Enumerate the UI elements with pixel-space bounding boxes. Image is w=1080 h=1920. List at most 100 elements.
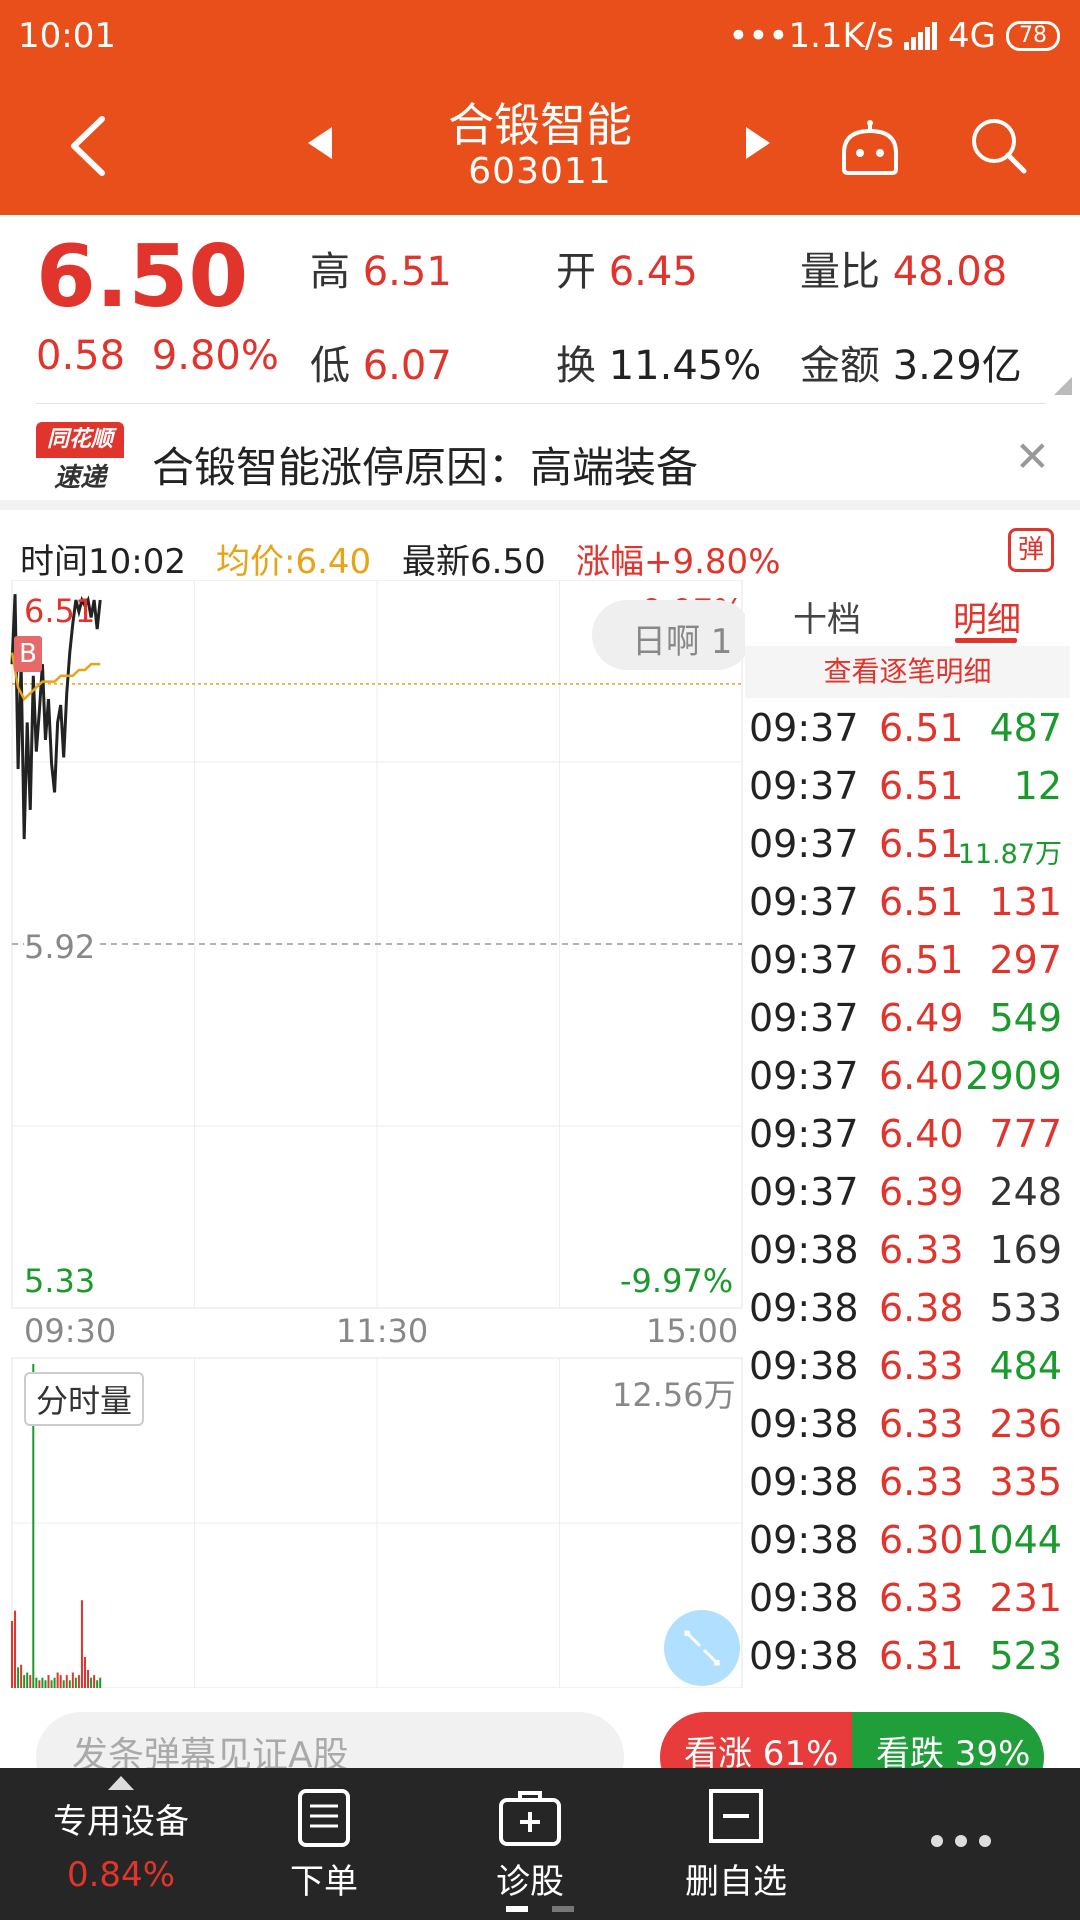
tick-row: 09:37 6.39 248 bbox=[745, 1162, 1070, 1220]
expand-icon bbox=[684, 1630, 720, 1666]
barrage-input[interactable]: 发条弹幕见证A股 bbox=[36, 1712, 624, 1768]
tick-price: 6.51 bbox=[879, 764, 964, 808]
tick-time: 09:37 bbox=[749, 1112, 859, 1156]
next-stock-icon[interactable] bbox=[744, 125, 772, 161]
y-mid-label: 5.92 bbox=[24, 928, 96, 966]
news-headline: 合锻智能涨停原因：高端装备 bbox=[152, 443, 699, 492]
stock-code: 603011 bbox=[468, 151, 612, 192]
tick-time: 09:37 bbox=[749, 1054, 859, 1098]
tick-time: 09:37 bbox=[749, 938, 859, 982]
tick-volume: 169 bbox=[989, 1228, 1062, 1272]
divider bbox=[36, 403, 1046, 404]
x-tick-open: 09:30 bbox=[24, 1312, 117, 1350]
tick-row: 09:38 6.38 533 bbox=[745, 1278, 1070, 1336]
news-banner[interactable]: 同花顺 速递 合锻智能涨停原因：高端装备 ✕ bbox=[0, 406, 1080, 510]
stock-name: 合锻智能 bbox=[448, 98, 632, 152]
remove-watchlist-button[interactable]: 删自选 bbox=[676, 1788, 796, 1903]
tick-price: 6.51 bbox=[879, 822, 964, 866]
order-icon bbox=[298, 1789, 350, 1847]
chevron-up-icon bbox=[108, 1776, 134, 1790]
tick-time: 09:38 bbox=[749, 1576, 859, 1620]
sector-name: 专用设备 bbox=[53, 1802, 189, 1842]
open-price: 开 6.45 bbox=[556, 249, 698, 295]
volume-label: 分时量 bbox=[24, 1372, 145, 1426]
intraday-chart[interactable]: 6.51 5.92 5.33 +9.97% -9.97% 09:30 11:30… bbox=[0, 580, 752, 1688]
expand-corner-icon[interactable] bbox=[1054, 377, 1072, 395]
tick-volume: 131 bbox=[989, 880, 1062, 924]
tick-volume: 484 bbox=[989, 1344, 1062, 1388]
tick-row: 09:38 6.33 236 bbox=[745, 1394, 1070, 1452]
price-chart-svg bbox=[10, 580, 743, 1688]
close-icon[interactable]: ✕ bbox=[1015, 432, 1050, 481]
tick-list[interactable]: 09:37 6.51 487 09:37 6.51 12 09:37 6.51 11.87万 09… bbox=[745, 698, 1070, 1684]
order-button[interactable]: 下单 bbox=[274, 1788, 374, 1903]
status-time: 10:01 bbox=[18, 16, 116, 56]
tick-price: 6.33 bbox=[879, 1460, 964, 1504]
tick-price: 6.40 bbox=[879, 1054, 964, 1098]
vote-up-button[interactable]: 看涨 61% bbox=[660, 1712, 856, 1768]
tab-underline bbox=[955, 638, 1017, 643]
change-percent: 9.80% bbox=[151, 333, 279, 379]
sector-button[interactable]: 专用设备 0.84% bbox=[36, 1776, 206, 1895]
fullscreen-button[interactable] bbox=[664, 1610, 740, 1686]
tick-time: 09:38 bbox=[749, 1286, 859, 1330]
tick-row: 09:37 6.49 549 bbox=[745, 988, 1070, 1046]
change-amount: 0.58 bbox=[36, 333, 126, 379]
diagnose-icon bbox=[499, 1791, 561, 1846]
page-indicator-active bbox=[506, 1906, 528, 1912]
tick-volume: 549 bbox=[989, 996, 1062, 1040]
tick-price: 6.51 bbox=[879, 880, 964, 924]
barrage-toggle-icon[interactable]: 弹 bbox=[1008, 528, 1054, 572]
tick-price: 6.51 bbox=[879, 938, 964, 982]
tick-time: 09:38 bbox=[749, 1228, 859, 1272]
tab-ten-levels[interactable]: 十档 bbox=[793, 592, 861, 641]
robot-icon[interactable] bbox=[838, 119, 902, 177]
remove-watchlist-label: 删自选 bbox=[685, 1862, 787, 1902]
order-label: 下单 bbox=[290, 1862, 358, 1902]
tick-volume: 335 bbox=[989, 1460, 1062, 1504]
trade-detail-panel: 十档 明细 查看逐笔明细 09:37 6.51 487 09:37 6.51 12 09:3… bbox=[745, 580, 1070, 1688]
tick-price: 6.31 bbox=[879, 1634, 964, 1678]
danmu-bubble: 日啊 1 bbox=[592, 600, 752, 670]
tick-price: 6.38 bbox=[879, 1286, 964, 1330]
info-avg-price: 均价:6.40 bbox=[216, 542, 372, 582]
tick-time: 09:37 bbox=[749, 880, 859, 924]
minus-box-icon bbox=[709, 1789, 763, 1843]
tick-row: 09:37 6.40 777 bbox=[745, 1104, 1070, 1162]
more-icon[interactable] bbox=[930, 1834, 992, 1848]
tick-price: 6.51 bbox=[879, 706, 964, 750]
signal-icon bbox=[904, 22, 938, 50]
tick-price: 6.33 bbox=[879, 1228, 964, 1272]
tick-row: 09:37 6.51 297 bbox=[745, 930, 1070, 988]
tick-volume: 12 bbox=[1013, 764, 1062, 808]
y-bottom-label: 5.33 bbox=[24, 1262, 96, 1300]
tick-row: 09:38 6.30 1044 bbox=[745, 1510, 1070, 1568]
trade-amount: 金额 3.29亿 bbox=[800, 343, 1022, 389]
tick-volume: 231 bbox=[989, 1576, 1062, 1620]
tick-volume: 523 bbox=[989, 1634, 1062, 1678]
tick-time: 09:38 bbox=[749, 1344, 859, 1388]
search-icon[interactable] bbox=[968, 115, 1028, 175]
tick-price: 6.39 bbox=[879, 1170, 964, 1214]
price-line bbox=[10, 594, 102, 840]
diagnose-button[interactable]: 诊股 bbox=[478, 1788, 582, 1903]
tick-row: 09:38 6.31 523 bbox=[745, 1626, 1070, 1684]
tick-row: 09:37 6.51 487 bbox=[745, 698, 1070, 756]
sector-change: 0.84% bbox=[66, 1855, 175, 1895]
tick-row: 09:37 6.51 131 bbox=[745, 872, 1070, 930]
vote-down-button[interactable]: 看跌 39% bbox=[852, 1712, 1044, 1768]
battery-icon: 78 bbox=[1006, 21, 1060, 51]
tick-row: 09:37 6.40 2909 bbox=[745, 1046, 1070, 1104]
tick-volume: 236 bbox=[989, 1402, 1062, 1446]
side-tabs: 十档 明细 bbox=[745, 580, 1070, 646]
ths-express-logo: 同花顺 速递 bbox=[36, 422, 124, 498]
status-indicators: •••1.1K/s 4G 78 bbox=[728, 16, 1060, 56]
view-tick-detail-link[interactable]: 查看逐笔明细 bbox=[745, 646, 1070, 698]
network-speed: •••1.1K/s bbox=[728, 16, 895, 56]
tab-detail[interactable]: 明细 bbox=[953, 592, 1021, 641]
tick-row: 09:38 6.33 231 bbox=[745, 1568, 1070, 1626]
barrage-bar: 发条弹幕见证A股 看涨 61% 看跌 39% bbox=[0, 1688, 1080, 1768]
low-price: 低 6.07 bbox=[310, 343, 452, 389]
tick-time: 09:37 bbox=[749, 996, 859, 1040]
x-tick-midday: 11:30 bbox=[336, 1312, 429, 1350]
